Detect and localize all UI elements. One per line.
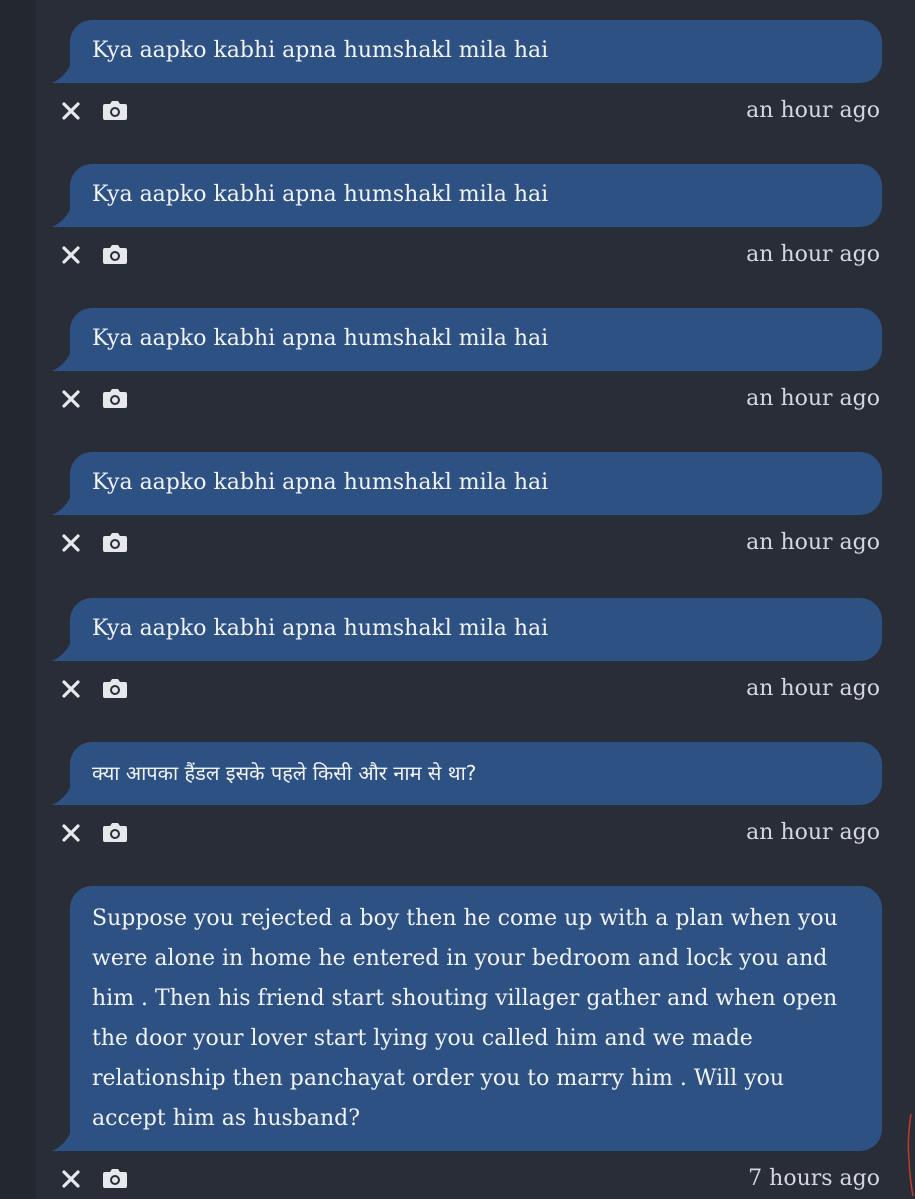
question-bubble[interactable]: Kya aapko kabhi apna humshakl mila hai (70, 452, 882, 515)
message-actions: an hour ago (60, 382, 880, 418)
camera-icon[interactable] (102, 242, 128, 266)
close-icon[interactable] (60, 678, 82, 700)
message-actions: an hour ago (60, 94, 880, 130)
close-icon[interactable] (60, 388, 82, 410)
question-bubble[interactable]: Kya aapko kabhi apna humshakl mila hai (70, 598, 882, 661)
close-icon[interactable] (60, 822, 82, 844)
camera-icon[interactable] (102, 530, 128, 554)
question-bubble[interactable]: Kya aapko kabhi apna humshakl mila hai (70, 164, 882, 227)
timestamp: an hour ago (746, 386, 880, 411)
timestamp: an hour ago (746, 676, 880, 701)
message-actions: an hour ago (60, 238, 880, 274)
camera-icon[interactable] (102, 1166, 128, 1190)
question-bubble[interactable]: Suppose you rejected a boy then he come … (70, 886, 882, 1151)
question-bubble[interactable]: Kya aapko kabhi apna humshakl mila hai (70, 308, 882, 371)
camera-icon[interactable] (102, 820, 128, 844)
timestamp: an hour ago (746, 530, 880, 555)
close-icon[interactable] (60, 244, 82, 266)
close-icon[interactable] (60, 1168, 82, 1190)
close-icon[interactable] (60, 100, 82, 122)
message-actions: 7 hours ago (60, 1162, 880, 1198)
camera-icon[interactable] (102, 676, 128, 700)
timestamp: an hour ago (746, 242, 880, 267)
camera-icon[interactable] (102, 386, 128, 410)
timestamp: an hour ago (746, 98, 880, 123)
timestamp: 7 hours ago (748, 1166, 880, 1191)
annotation-stroke (907, 1113, 914, 1197)
question-feed-page: Kya aapko kabhi apna humshakl mila hai a… (0, 0, 915, 1199)
timestamp: an hour ago (746, 820, 880, 845)
message-actions: an hour ago (60, 816, 880, 852)
question-bubble[interactable]: Kya aapko kabhi apna humshakl mila hai (70, 20, 882, 83)
message-actions: an hour ago (60, 526, 880, 562)
camera-icon[interactable] (102, 98, 128, 122)
question-bubble[interactable]: क्या आपका हैंडल इसके पहले किसी और नाम से… (70, 742, 882, 805)
close-icon[interactable] (60, 532, 82, 554)
left-sidebar-edge (0, 0, 36, 1199)
message-actions: an hour ago (60, 672, 880, 708)
